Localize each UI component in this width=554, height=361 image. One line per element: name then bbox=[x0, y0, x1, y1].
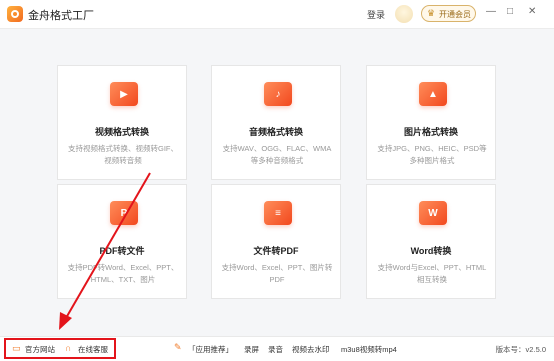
card-word-convert[interactable]: W Word转换 支持Word与Excel、PPT、HTML相互转换 bbox=[366, 184, 496, 299]
image-icon: ▲ bbox=[419, 82, 447, 106]
minimize-button[interactable]: — bbox=[486, 6, 496, 17]
card-title: 图片格式转换 bbox=[403, 127, 458, 137]
card-description: 支持视频格式转换、视频转GIF、视频转音频 bbox=[68, 144, 178, 165]
footer-link-remove-watermark[interactable]: 视频去水印 bbox=[292, 344, 330, 355]
card-title: 音频格式转换 bbox=[248, 127, 303, 137]
card-title: PDF转文件 bbox=[99, 246, 145, 256]
open-vip-button[interactable]: ♛ 开通会员 bbox=[421, 5, 476, 22]
crown-icon: ♛ bbox=[427, 8, 436, 18]
recommend-icon: ✎ bbox=[174, 342, 182, 352]
word-icon: W bbox=[419, 201, 447, 225]
card-description: 支持WAV、OGG、FLAC、WMA等多种音频格式 bbox=[222, 144, 332, 165]
card-title: Word转换 bbox=[410, 246, 452, 256]
video-icon: ▶ bbox=[110, 82, 138, 106]
online-service-link[interactable]: 在线客服 bbox=[78, 344, 108, 355]
card-description: 支持JPG、PNG、HEIC、PSD等多种图片格式 bbox=[377, 144, 487, 165]
monitor-icon: ▭ bbox=[12, 343, 21, 353]
card-pdf-to-file[interactable]: P PDF转文件 支持PDF转Word、Excel、PPT、HTML、TXT、图… bbox=[57, 184, 187, 299]
audio-icon: ♪ bbox=[264, 82, 292, 106]
card-file-to-pdf[interactable]: ≡ 文件转PDF 支持Word、Excel、PPT、图片转PDF bbox=[211, 184, 341, 299]
app-logo-icon bbox=[7, 6, 23, 22]
card-title: 文件转PDF bbox=[253, 246, 299, 256]
pdf-icon: P bbox=[110, 201, 138, 225]
vip-button-label: 开通会员 bbox=[439, 10, 471, 19]
avatar[interactable] bbox=[395, 5, 413, 23]
card-description: 支持PDF转Word、Excel、PPT、HTML、TXT、图片 bbox=[67, 263, 179, 284]
footer-link-audio-record[interactable]: 录音 bbox=[268, 344, 283, 355]
card-audio-convert[interactable]: ♪ 音频格式转换 支持WAV、OGG、FLAC、WMA等多种音频格式 bbox=[211, 65, 341, 180]
footer-link-screen-record[interactable]: 录屏 bbox=[244, 344, 259, 355]
close-button[interactable]: ✕ bbox=[528, 6, 536, 17]
login-link[interactable]: 登录 bbox=[367, 8, 385, 21]
app-recommend-label: 「应用推荐」 bbox=[188, 345, 233, 354]
card-description: 支持Word、Excel、PPT、图片转PDF bbox=[221, 263, 333, 284]
card-image-convert[interactable]: ▲ 图片格式转换 支持JPG、PNG、HEIC、PSD等多种图片格式 bbox=[366, 65, 496, 180]
headset-icon: ∩ bbox=[65, 343, 72, 353]
app-title: 金舟格式工厂 bbox=[28, 10, 94, 22]
card-title: 视频格式转换 bbox=[94, 127, 149, 137]
card-description: 支持Word与Excel、PPT、HTML相互转换 bbox=[377, 263, 487, 284]
document-icon: ≡ bbox=[264, 201, 292, 225]
official-site-link[interactable]: 官方网站 bbox=[25, 344, 55, 355]
footer-bar: ▭ 官方网站 ∩ 在线客服 ✎ 「应用推荐」 录屏 录音 视频去水印 m3u8视… bbox=[0, 336, 554, 361]
annotation-arrow bbox=[59, 172, 151, 330]
maximize-button[interactable]: □ bbox=[507, 6, 513, 17]
card-video-convert[interactable]: ▶ 视频格式转换 支持视频格式转换、视频转GIF、视频转音频 bbox=[57, 65, 187, 180]
footer-link-m3u8-to-mp4[interactable]: m3u8视频转mp4 bbox=[341, 344, 397, 355]
title-bar: 金舟格式工厂 登录 ♛ 开通会员 — □ ✕ bbox=[0, 0, 554, 29]
version-label: 版本号：v2.5.0 bbox=[495, 345, 546, 354]
